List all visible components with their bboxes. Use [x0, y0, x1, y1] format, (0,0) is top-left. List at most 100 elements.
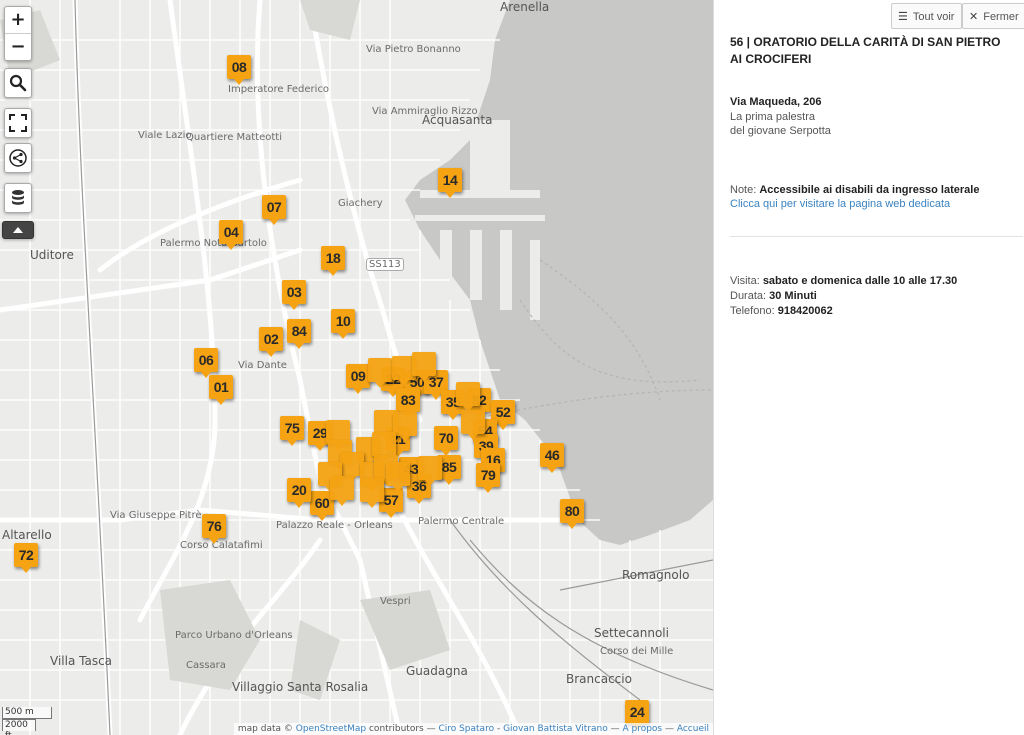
fullscreen-icon [9, 114, 27, 132]
map-marker[interactable]: 70 [434, 426, 458, 456]
map-marker-partial[interactable] [461, 410, 485, 440]
attribution-prefix: map data © [237, 724, 296, 734]
map-marker[interactable]: 24 [625, 700, 649, 730]
zoom-out-button[interactable]: − [5, 34, 31, 60]
visit-value: sabato e domenica dalle 10 alle 17.30 [762, 275, 958, 287]
search-icon [9, 74, 27, 92]
map-marker[interactable]: 07 [262, 195, 286, 225]
map-marker[interactable]: 03 [282, 280, 306, 310]
divider [730, 236, 1023, 237]
map-marker[interactable]: 06 [194, 348, 218, 378]
phone-value: 918420062 [777, 305, 833, 317]
poi-address: Via Maqueda, 206 [730, 96, 822, 108]
map-label: Via Dante [238, 360, 287, 371]
map-marker[interactable]: 79 [476, 463, 500, 493]
map-label: Palermo Centrale [418, 516, 505, 527]
map-marker-partial[interactable] [456, 382, 480, 412]
map-marker[interactable]: 02 [259, 327, 283, 357]
close-button[interactable]: ✕ Fermer [962, 3, 1024, 29]
map-label: Brancaccio [566, 672, 632, 686]
author-link-1[interactable]: Ciro Spataro [438, 724, 494, 734]
map-marker-partial[interactable] [412, 352, 436, 382]
show-all-label: Tout voir [912, 11, 955, 23]
close-icon: ✕ [969, 11, 979, 23]
home-link[interactable]: Accueil [677, 724, 709, 734]
map-marker[interactable]: 18 [321, 246, 345, 276]
map-marker-partial[interactable] [368, 358, 392, 388]
map-label: Altarello [2, 528, 52, 542]
map-marker-partial[interactable] [418, 456, 442, 486]
map-label: Vespri [380, 596, 411, 607]
show-all-button[interactable]: ☰ Tout voir [891, 3, 963, 29]
phone-label: Telefono: [730, 305, 778, 317]
map-label: Imperatore Federico [228, 84, 330, 95]
map-marker[interactable]: 04 [219, 220, 243, 250]
map-marker-partial[interactable] [386, 462, 410, 492]
note-label: Note: [730, 184, 760, 196]
layers-icon [12, 190, 24, 205]
map-label: Villa Tasca [50, 654, 113, 668]
poi-title: 56 | ORATORIO DELLA CARITÀ DI SAN PIETRO… [730, 35, 1001, 66]
osm-link[interactable]: OpenStreetMap [296, 724, 366, 734]
share-button[interactable] [4, 143, 32, 173]
map-label: Settecannoli [594, 626, 669, 640]
map-label: Palazzo Reale - Orleans [276, 520, 393, 531]
visit-label: Visita: [730, 275, 763, 287]
author-link-2[interactable]: Giovan Battista Vitrano [503, 724, 608, 734]
map-label: Guadagna [406, 664, 468, 678]
map-attribution: map data © OpenStreetMap contributors — … [233, 723, 713, 735]
list-icon: ☰ [898, 11, 908, 23]
note-value: Accessibile ai disabili da ingresso late… [759, 184, 980, 196]
close-label: Fermer [983, 11, 1019, 23]
layers-button[interactable] [4, 183, 32, 213]
collapse-icon [13, 227, 23, 233]
map-marker[interactable]: 75 [280, 416, 304, 446]
map-marker[interactable]: 80 [560, 499, 584, 529]
map-marker-partial[interactable] [372, 432, 396, 462]
map-marker[interactable]: 76 [202, 514, 226, 544]
map-marker-partial[interactable] [393, 412, 417, 442]
map-marker[interactable]: 83 [396, 388, 420, 418]
fullscreen-button[interactable] [4, 108, 32, 138]
poi-description-line1: La prima palestra [730, 111, 815, 123]
duration-value: 30 Minuti [769, 290, 817, 302]
map-label: Corso dei Mille [600, 646, 674, 657]
map-marker[interactable]: 46 [540, 443, 564, 473]
poi-phone: Telefono: 918420062 [730, 304, 833, 318]
map-label: Uditore [30, 248, 74, 262]
map-marker[interactable]: 09 [346, 364, 370, 394]
map-label: SS113 [366, 258, 404, 271]
collapse-button[interactable] [2, 221, 34, 239]
info-panel: ☰ Tout voir ✕ Fermer 56 | ORATORIO DELLA C… [713, 0, 1024, 735]
duration-label: Durata: [730, 290, 770, 302]
map-label: Via Giuseppe Pitrè [110, 510, 202, 521]
poi-duration: Durata: 30 Minuti [730, 289, 817, 303]
about-link[interactable]: A propos [622, 724, 662, 734]
map-marker-partial[interactable] [330, 476, 354, 506]
map-label: Palermo Notarbartolo [160, 238, 267, 249]
scale-bar: 500 m 2000 ft [2, 707, 52, 735]
attribution-separator: - [494, 724, 504, 734]
map-marker[interactable]: 14 [438, 168, 462, 198]
poi-web-link[interactable]: Clicca qui per visitare la pagina web de… [730, 198, 950, 210]
scale-imperial: 2000 ft [2, 719, 36, 735]
attribution-text: contributors — [366, 724, 439, 734]
map-marker[interactable]: 20 [287, 478, 311, 508]
map-area[interactable]: Arenella Acquasanta Uditore Altarello Vi… [0, 0, 713, 735]
map-label: Arenella [500, 0, 550, 14]
map-marker-partial[interactable] [360, 478, 384, 508]
map-marker[interactable]: 84 [287, 319, 311, 349]
map-marker[interactable]: 01 [209, 375, 233, 405]
poi-note: Note: Accessibile ai disabili da ingress… [730, 183, 979, 197]
zoom-in-button[interactable]: + [5, 7, 31, 34]
map-label: Parco Urbano d'Orleans [175, 630, 293, 641]
map-marker[interactable]: 10 [331, 309, 355, 339]
poi-visit: Visita: sabato e domenica dalle 10 alle … [730, 274, 957, 288]
map-label: Giachery [338, 198, 383, 209]
scale-metric: 500 m [2, 707, 52, 719]
map-marker[interactable]: 72 [14, 543, 38, 573]
share-icon [9, 149, 27, 167]
search-button[interactable] [4, 68, 32, 98]
map-marker[interactable]: 08 [227, 55, 251, 85]
zoom-control: + − [4, 6, 32, 61]
